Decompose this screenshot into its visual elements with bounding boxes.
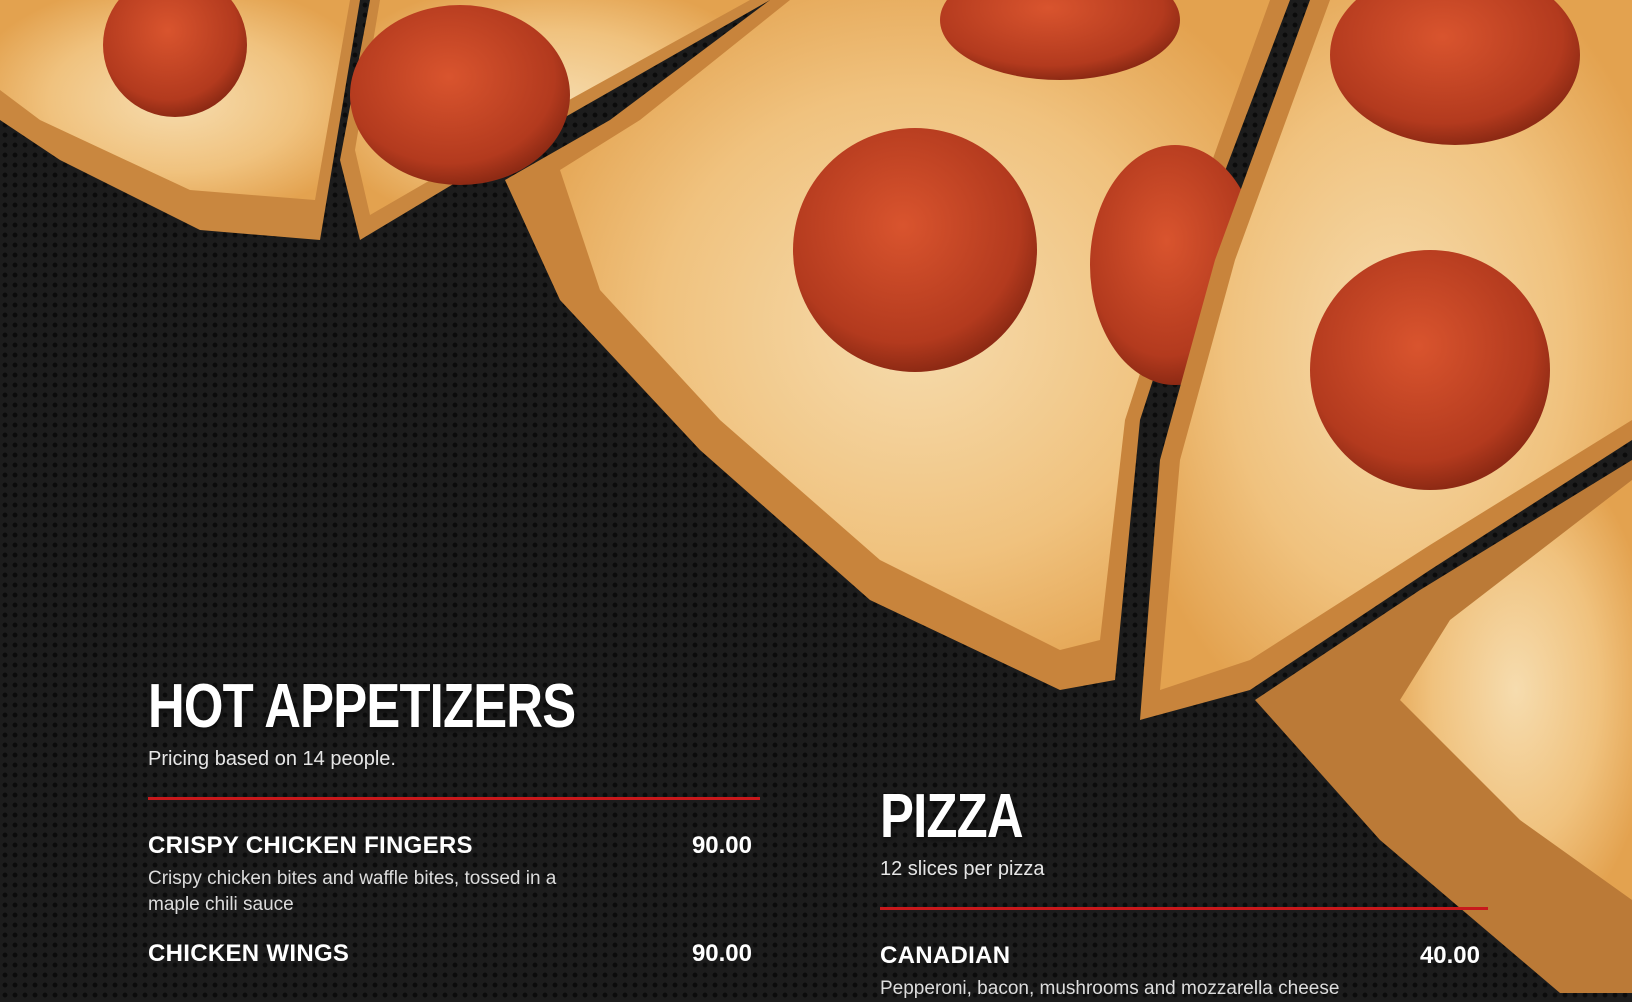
menu-item: CRISPY CHICKEN FINGERS 90.00 Crispy chic… (148, 832, 760, 918)
section-subtitle: 12 slices per pizza (880, 858, 1045, 880)
item-description: Pepperoni, bacon, mushrooms and mozzarel… (880, 978, 1340, 999)
item-name: CANADIAN (880, 942, 1011, 969)
pepperoni (1310, 250, 1550, 490)
item-name: CHICKEN WINGS (148, 940, 350, 967)
item-price: 40.00 (1419, 942, 1480, 969)
pepperoni (793, 128, 1037, 372)
divider (148, 797, 760, 800)
section-pizza: PIZZA 12 slices per pizza CANADIAN 40.00… (880, 786, 1488, 1002)
item-price: 90.00 (691, 832, 752, 859)
divider (880, 907, 1488, 910)
pepperoni (350, 5, 570, 185)
section-hot-appetizers: HOT APPETIZERS Pricing based on 14 peopl… (148, 676, 760, 968)
item-price: 90.00 (691, 940, 752, 967)
item-name: CRISPY CHICKEN FINGERS (148, 832, 473, 859)
section-subtitle: Pricing based on 14 people. (148, 748, 396, 770)
menu-item: CHICKEN WINGS 90.00 (148, 940, 760, 968)
section-title: HOT APPETIZERS (148, 672, 576, 741)
section-title: PIZZA (880, 782, 1024, 851)
item-description: Crispy chicken bites and waffle bites, t… (148, 868, 557, 915)
menu-item: CANADIAN 40.00 Pepperoni, bacon, mushroo… (880, 942, 1488, 1002)
